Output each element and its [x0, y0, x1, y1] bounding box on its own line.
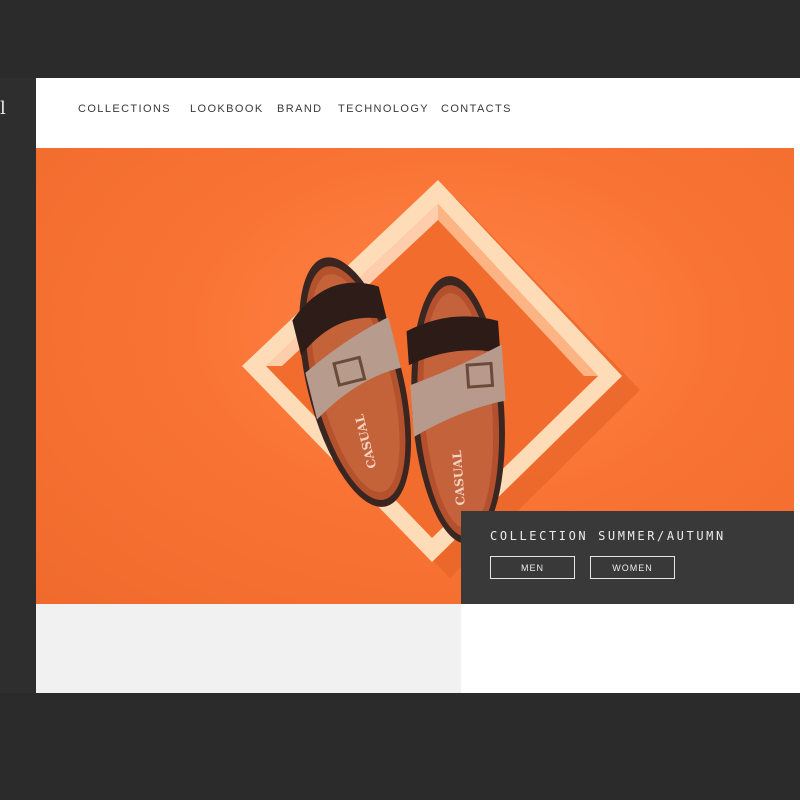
page: COLLECTIONS LOOKBOOK BRAND TECHNOLOGY CO…: [36, 78, 800, 693]
nav-contacts[interactable]: CONTACTS: [441, 103, 512, 115]
men-button[interactable]: MEN: [490, 556, 575, 579]
left-sidebar: l: [0, 78, 36, 693]
collection-title: COLLECTION SUMMER/AUTUMN: [490, 529, 726, 543]
nav-collections[interactable]: COLLECTIONS: [78, 103, 171, 115]
women-button[interactable]: WOMEN: [590, 556, 675, 579]
logo[interactable]: l: [0, 100, 6, 118]
site-frame: l COLLECTIONS LOOKBOOK BRAND TECHNOLOGY …: [0, 78, 800, 693]
nav-lookbook[interactable]: LOOKBOOK: [190, 103, 264, 115]
main-nav: COLLECTIONS LOOKBOOK BRAND TECHNOLOGY CO…: [36, 78, 800, 148]
collection-panel: COLLECTION SUMMER/AUTUMN MEN WOMEN: [461, 511, 794, 604]
content-placeholder: [36, 604, 461, 693]
nav-technology[interactable]: TECHNOLOGY: [338, 103, 429, 115]
nav-brand[interactable]: BRAND: [277, 103, 323, 115]
